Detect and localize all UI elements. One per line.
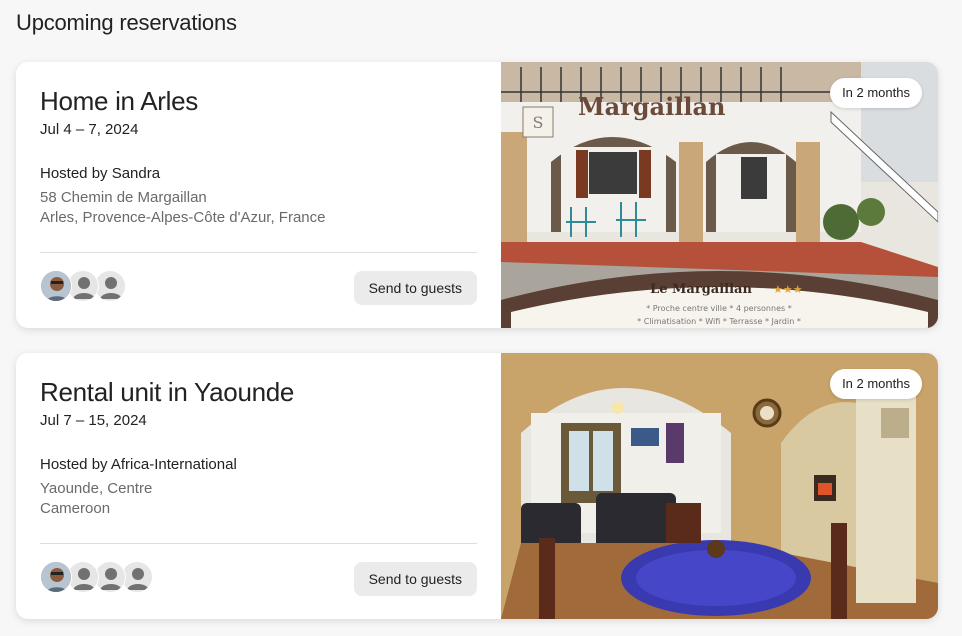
- listing-title[interactable]: Rental unit in Yaounde: [40, 377, 294, 408]
- host-name: Hosted by Sandra: [40, 165, 161, 182]
- banner-stars: ★★★: [773, 283, 803, 296]
- reservation-dates: Jul 7 – 15, 2024: [40, 412, 147, 429]
- listing-photo[interactable]: S Margaillan Le Margaillan ★★★ * Proche …: [501, 62, 938, 328]
- person-icon: [127, 568, 149, 590]
- send-to-guests-button[interactable]: Send to guests: [353, 562, 477, 596]
- person-icon: [100, 277, 122, 299]
- reservation-dates: Jul 4 – 7, 2024: [40, 121, 139, 138]
- avatar: [40, 270, 72, 302]
- reservation-card[interactable]: Rental unit in Yaounde Jul 7 – 15, 2024 …: [16, 353, 938, 619]
- person-icon: [73, 568, 95, 590]
- listing-title[interactable]: Home in Arles: [40, 86, 198, 117]
- section-title: Upcoming reservations: [16, 10, 237, 35]
- time-until-badge: In 2 months: [830, 369, 922, 399]
- upcoming-reservations-page: Upcoming reservations Home in Arles Jul …: [0, 0, 962, 636]
- address-line-1: 58 Chemin de Margaillan: [40, 189, 207, 206]
- sign-brand-text: Margaillan: [578, 92, 725, 121]
- address-line-1: Yaounde, Centre: [40, 480, 153, 497]
- banner-line-1: * Proche centre ville * 4 personnes *: [646, 304, 791, 313]
- avatar: [40, 561, 72, 593]
- time-until-badge: In 2 months: [830, 78, 922, 108]
- reservation-info: Rental unit in Yaounde Jul 7 – 15, 2024 …: [16, 353, 501, 619]
- host-name: Hosted by Africa-International: [40, 456, 237, 473]
- listing-photo[interactable]: In 2 months: [501, 353, 938, 619]
- sign-logo-icon: S: [522, 106, 554, 138]
- reservation-info: Home in Arles Jul 4 – 7, 2024 Hosted by …: [16, 62, 501, 328]
- address-line-2: Arles, Provence-Alpes-Côte d'Azur, Franc…: [40, 209, 326, 226]
- send-to-guests-button[interactable]: Send to guests: [353, 271, 477, 305]
- banner-line-2: * Climatisation * Wifi * Terrasse * Jard…: [637, 317, 801, 326]
- person-icon: [100, 568, 122, 590]
- svg-text:S: S: [533, 113, 544, 132]
- person-icon: [73, 277, 95, 299]
- divider: [40, 543, 477, 544]
- divider: [40, 252, 477, 253]
- banner-title: Le Margaillan: [650, 282, 752, 297]
- address-line-2: Cameroon: [40, 500, 111, 517]
- reservation-card[interactable]: Home in Arles Jul 4 – 7, 2024 Hosted by …: [16, 62, 938, 328]
